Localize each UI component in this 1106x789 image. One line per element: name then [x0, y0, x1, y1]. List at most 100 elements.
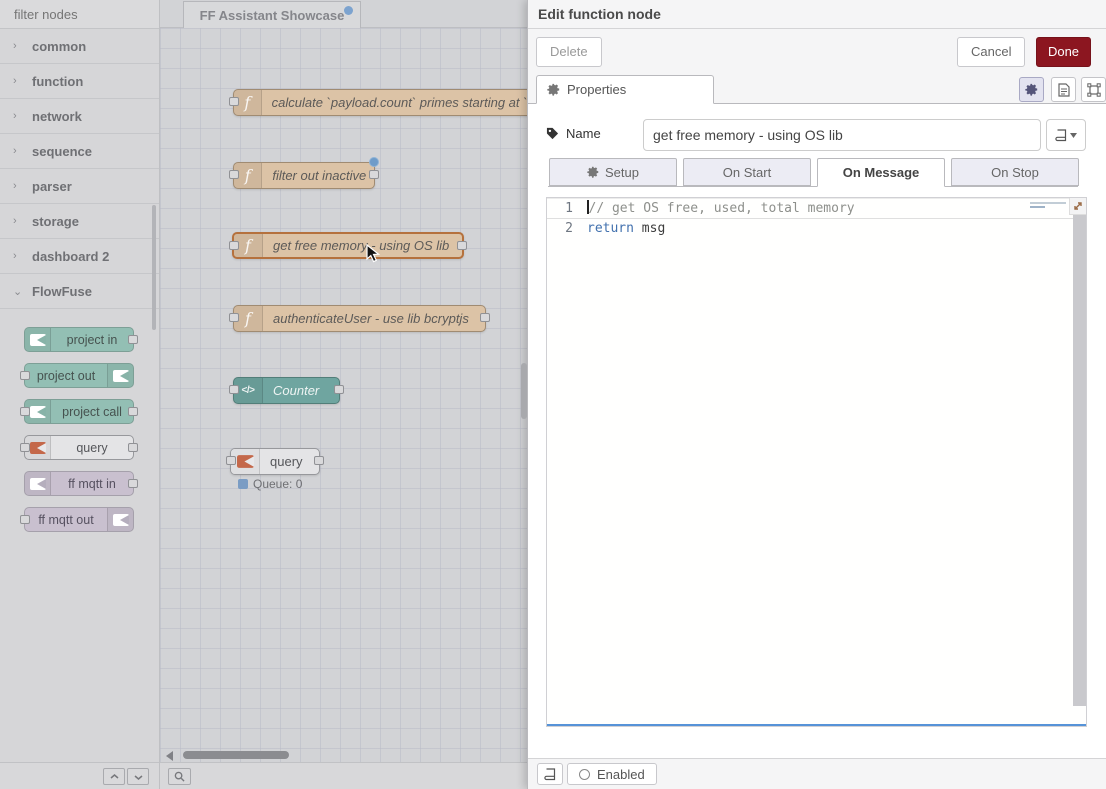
palette-footer [0, 762, 159, 789]
description-icon-button[interactable] [1051, 77, 1076, 102]
output-port[interactable] [457, 241, 467, 250]
library-dropdown-button[interactable] [1046, 119, 1086, 151]
palette-category-parser[interactable]: › parser [0, 169, 159, 204]
palette-category-dashboard2[interactable]: › dashboard 2 [0, 239, 159, 274]
tab-label: On Stop [991, 165, 1039, 180]
palette-category-flowfuse[interactable]: ⌄ FlowFuse [0, 274, 159, 309]
palette-category-sequence[interactable]: › sequence [0, 134, 159, 169]
scroll-left-arrow[interactable] [166, 751, 173, 761]
chevron-right-icon: › [13, 75, 21, 87]
delete-button[interactable]: Delete [536, 37, 602, 67]
input-port[interactable] [20, 371, 30, 380]
output-port[interactable] [480, 313, 490, 322]
chevron-up-icon [110, 773, 119, 781]
enabled-circle-icon [579, 769, 590, 780]
input-port[interactable] [20, 443, 30, 452]
node-label: Counter [263, 378, 329, 403]
book-icon [544, 768, 556, 781]
line-number: 1 [547, 199, 587, 218]
cancel-button[interactable]: Cancel [957, 37, 1025, 67]
palette-node-project-call[interactable]: project call [24, 399, 134, 424]
flow-canvas[interactable]: FF Assistant Showcase f calculate `paylo… [160, 0, 527, 789]
node-palette: › common › function › network › sequence… [0, 0, 160, 789]
input-port[interactable] [229, 385, 239, 394]
horizontal-scrollbar[interactable] [183, 751, 289, 759]
code-editor[interactable]: 1 // get OS free, used, total memory 2 r… [546, 197, 1087, 727]
tab-on-start[interactable]: On Start [683, 158, 811, 186]
output-port[interactable] [128, 407, 138, 416]
enabled-toggle-button[interactable]: Enabled [567, 763, 657, 785]
flow-node-query[interactable]: query [230, 448, 320, 475]
palette-node-ff-mqtt-out[interactable]: ff mqtt out [24, 507, 134, 532]
palette-filter [0, 0, 159, 29]
chevron-right-icon: › [13, 250, 21, 262]
input-port[interactable] [229, 97, 239, 106]
palette-category-storage[interactable]: › storage [0, 204, 159, 239]
editor-expand-button[interactable] [1069, 198, 1086, 215]
tray-footer: Enabled [528, 758, 1106, 789]
tray-resize-handle[interactable] [521, 363, 527, 419]
chevron-right-icon: › [13, 145, 21, 157]
appearance-icon-button[interactable] [1081, 77, 1106, 102]
tab-on-stop[interactable]: On Stop [951, 158, 1079, 186]
palette-node-project-out[interactable]: project out [24, 363, 134, 388]
modified-dot [344, 6, 353, 15]
node-label: query [260, 449, 313, 474]
tab-on-message[interactable]: On Message [817, 158, 945, 187]
chevron-right-icon: › [13, 40, 21, 52]
input-port[interactable] [229, 170, 239, 179]
flow-node-counter[interactable]: </> Counter [233, 377, 340, 404]
changed-dot [369, 157, 379, 167]
collapse-all-button[interactable] [103, 768, 125, 785]
input-port[interactable] [229, 241, 239, 250]
input-port[interactable] [226, 456, 236, 465]
palette-category-common[interactable]: › common [0, 29, 159, 64]
input-port[interactable] [20, 515, 30, 524]
editor-focus-border [547, 724, 1086, 726]
zoom-search-button[interactable] [168, 768, 191, 785]
output-port[interactable] [128, 335, 138, 344]
done-button[interactable]: Done [1036, 37, 1091, 67]
editor-scrollbar[interactable] [1073, 198, 1086, 706]
category-label: storage [32, 214, 79, 229]
code-text: msg [634, 221, 665, 236]
expand-all-button[interactable] [127, 768, 149, 785]
flowfuse-icon [25, 472, 51, 495]
appearance-icon [1087, 83, 1101, 97]
workspace-tab-bar: FF Assistant Showcase [160, 0, 527, 28]
chevron-down-icon: ⌄ [13, 285, 21, 298]
palette-node-project-in[interactable]: project in [24, 327, 134, 352]
palette-scrollbar[interactable] [152, 205, 156, 330]
palette-node-ff-mqtt-in[interactable]: ff mqtt in [24, 471, 134, 496]
flow-node-filter-out-inactive[interactable]: f filter out inactive [233, 162, 375, 189]
tab-properties[interactable]: Properties [536, 75, 714, 104]
edit-tray: Edit function node Delete Cancel Done Pr… [527, 0, 1106, 789]
chevron-down-icon [134, 773, 143, 781]
output-port[interactable] [334, 385, 344, 394]
name-input[interactable] [643, 119, 1041, 151]
flow-node-get-free-memory[interactable]: f get free memory - using OS lib [232, 232, 464, 259]
input-port[interactable] [229, 313, 239, 322]
properties-form: Name Setup On Start On Message [528, 104, 1106, 758]
flow-node-authenticate-user[interactable]: f authenticateUser - use lib bcryptjs [233, 305, 486, 332]
gear-icon [547, 83, 560, 96]
palette-category-network[interactable]: › network [0, 99, 159, 134]
gear-icon [587, 166, 599, 178]
output-port[interactable] [128, 479, 138, 488]
search-icon [174, 771, 185, 782]
output-port[interactable] [369, 170, 379, 179]
tab-setup[interactable]: Setup [549, 158, 677, 186]
flow-tab[interactable]: FF Assistant Showcase [183, 1, 361, 28]
palette-node-query[interactable]: query [24, 435, 134, 460]
palette-node-label: ff mqtt out [25, 513, 107, 527]
library-button[interactable] [537, 763, 563, 785]
category-label: FlowFuse [32, 284, 92, 299]
chevron-right-icon: › [13, 180, 21, 192]
output-port[interactable] [128, 443, 138, 452]
properties-icon-button[interactable] [1019, 77, 1044, 102]
flowfuse-icon [107, 364, 133, 387]
palette-category-function[interactable]: › function [0, 64, 159, 99]
input-port[interactable] [20, 407, 30, 416]
output-port[interactable] [314, 456, 324, 465]
flow-node-calculate-primes[interactable]: f calculate `payload.count` primes start… [233, 89, 527, 116]
